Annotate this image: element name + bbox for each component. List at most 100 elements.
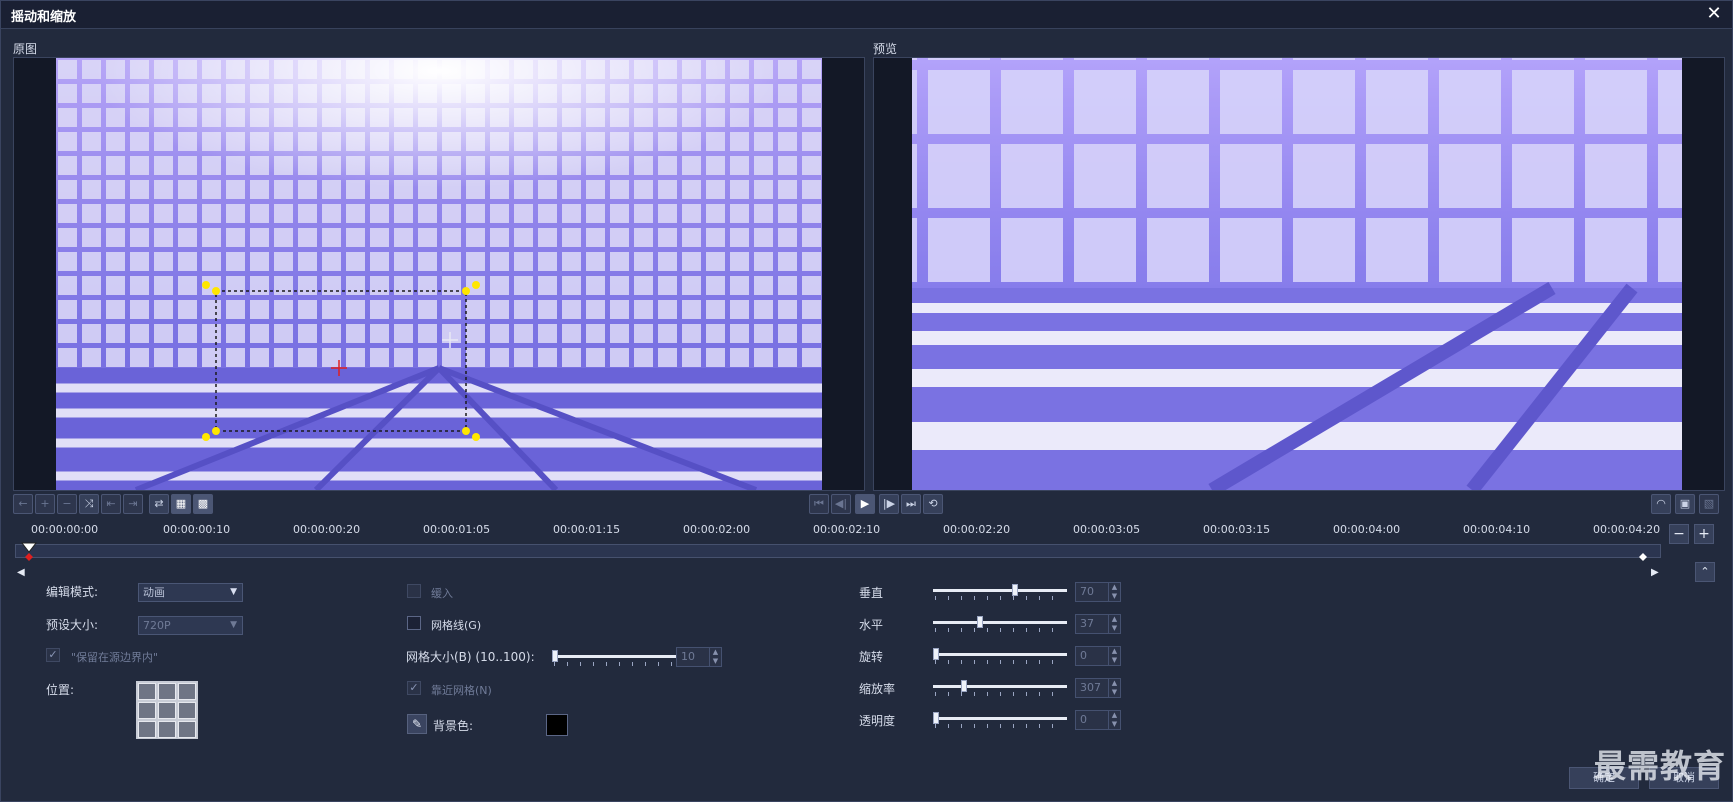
grid-toggle-button[interactable]: ▦ bbox=[171, 494, 191, 514]
timeline-track[interactable] bbox=[15, 542, 1661, 561]
playhead-marker[interactable] bbox=[20, 542, 38, 553]
swap-button[interactable]: ⇄ bbox=[149, 494, 169, 514]
slider-rail bbox=[933, 589, 1067, 592]
bg-color-swatch[interactable] bbox=[546, 714, 568, 736]
timeline-ruler: 00:00:00:00 00:00:00:10 00:00:00:20 00:0… bbox=[15, 523, 1665, 543]
slider-knob[interactable] bbox=[961, 680, 967, 692]
grid-size-slider[interactable] bbox=[552, 649, 686, 666]
slider-ticks bbox=[935, 692, 1065, 696]
spinner-arrows-icon[interactable]: ▲ ▼ bbox=[1108, 679, 1120, 697]
remove-keyframe-button[interactable]: − bbox=[57, 494, 77, 514]
edit-mode-label: 编辑模式: bbox=[46, 585, 99, 599]
position-cell[interactable] bbox=[158, 702, 176, 719]
play-button[interactable]: ▶ bbox=[855, 494, 875, 514]
tick-label: 00:00:02:10 bbox=[813, 523, 881, 536]
end-button[interactable]: ⏭ bbox=[901, 494, 921, 514]
position-cell[interactable] bbox=[158, 683, 176, 700]
slider-ticks bbox=[935, 660, 1065, 664]
ease-in-checkbox[interactable] bbox=[407, 584, 421, 598]
scroll-left-icon[interactable]: ◀ bbox=[17, 567, 25, 578]
monitor-icon[interactable]: ▣ bbox=[1675, 494, 1695, 514]
rotation-spinner[interactable]: 0 ▲ ▼ bbox=[1075, 646, 1121, 666]
slider-knob[interactable] bbox=[933, 648, 939, 660]
slider-rail bbox=[933, 621, 1067, 624]
view-toolbar: ◠ ▣ ▧ bbox=[1651, 494, 1727, 518]
slider-rail bbox=[933, 685, 1067, 688]
first-keyframe-button[interactable]: ⇤ bbox=[101, 494, 121, 514]
original-viewer[interactable] bbox=[13, 57, 865, 491]
opacity-value: 0 bbox=[1080, 713, 1087, 726]
last-keyframe-button[interactable]: ⇥ bbox=[123, 494, 143, 514]
add-keyframe-button[interactable]: + bbox=[35, 494, 55, 514]
tick-label: 00:00:04:10 bbox=[1463, 523, 1531, 536]
zoom-rate-slider[interactable] bbox=[933, 679, 1067, 696]
spinner-arrows-icon[interactable]: ▲ ▼ bbox=[1108, 615, 1120, 633]
spinner-arrows-icon[interactable]: ▲ ▼ bbox=[1108, 583, 1120, 601]
position-cell[interactable] bbox=[178, 683, 196, 700]
speedometer-icon[interactable]: ◠ bbox=[1651, 494, 1671, 514]
start-keyframe-icon[interactable] bbox=[25, 553, 33, 561]
edit-toolbar: ← + − ⤨ ⇤ ⇥ ⇄ ▦ ▩ bbox=[13, 494, 223, 518]
vertical-spinner[interactable]: 70 ▲ ▼ bbox=[1075, 582, 1121, 602]
position-grid[interactable] bbox=[136, 681, 198, 739]
horizontal-slider[interactable] bbox=[933, 615, 1067, 632]
slider-knob[interactable] bbox=[1012, 584, 1018, 596]
snap-grid-checkbox[interactable]: ✓ bbox=[407, 681, 421, 695]
collapse-icon[interactable]: ⌃ bbox=[1695, 562, 1715, 582]
keep-in-bounds-checkbox[interactable]: ✓ bbox=[46, 648, 60, 662]
repeat-button[interactable]: ⟲ bbox=[923, 494, 943, 514]
slider-knob[interactable] bbox=[933, 712, 939, 724]
scroll-right-icon[interactable]: ▶ bbox=[1651, 567, 1659, 578]
horizontal-label: 水平 bbox=[859, 618, 884, 632]
prev-frame-button[interactable]: ◀| bbox=[831, 494, 851, 514]
tick-label: 00:00:01:05 bbox=[423, 523, 491, 536]
position-cell[interactable] bbox=[138, 721, 156, 738]
position-cell[interactable] bbox=[158, 721, 176, 738]
watermark: 最需教育 bbox=[1593, 747, 1726, 785]
opacity-spinner[interactable]: 0 ▲ ▼ bbox=[1075, 710, 1121, 730]
next-frame-button[interactable]: |▶ bbox=[879, 494, 899, 514]
edit-mode-value: 动画 bbox=[143, 586, 165, 599]
position-cell[interactable] bbox=[138, 702, 156, 719]
reverse-keyframe-button[interactable]: ⤨ bbox=[79, 494, 99, 514]
slider-knob[interactable] bbox=[552, 650, 558, 662]
preset-size-select[interactable]: 720P ▼ bbox=[138, 616, 243, 635]
preview-window-icon[interactable]: ▧ bbox=[1699, 494, 1719, 514]
spinner-arrows-icon[interactable]: ▲ ▼ bbox=[1108, 647, 1120, 665]
vertical-slider[interactable] bbox=[933, 583, 1067, 600]
move-left-button[interactable]: ← bbox=[13, 494, 33, 514]
position-cell[interactable] bbox=[138, 683, 156, 700]
gridlines-checkbox[interactable] bbox=[407, 616, 421, 630]
tick-label: 00:00:04:20 bbox=[1593, 523, 1661, 536]
original-image bbox=[56, 58, 822, 490]
slider-ticks bbox=[935, 628, 1065, 632]
opacity-slider[interactable] bbox=[933, 711, 1067, 728]
close-icon[interactable]: ✕ bbox=[1704, 4, 1724, 24]
chevron-down-icon: ▼ bbox=[230, 587, 237, 597]
tick-label: 00:00:00:10 bbox=[163, 523, 231, 536]
grid-size-spinner[interactable]: 10 ▲ ▼ bbox=[676, 647, 722, 667]
home-button[interactable]: ⏮ bbox=[809, 494, 829, 514]
slider-rail bbox=[933, 653, 1067, 656]
position-cell[interactable] bbox=[178, 721, 196, 738]
mask-toggle-button[interactable]: ▩ bbox=[193, 494, 213, 514]
rotation-slider[interactable] bbox=[933, 647, 1067, 664]
zoom-rate-spinner[interactable]: 307 ▲ ▼ bbox=[1075, 678, 1121, 698]
eyedropper-icon[interactable]: ✎ bbox=[407, 714, 427, 734]
slider-ticks bbox=[935, 724, 1065, 728]
spinner-arrows-icon[interactable]: ▲ ▼ bbox=[709, 648, 721, 666]
grid-size-value: 10 bbox=[681, 650, 695, 663]
edit-mode-select[interactable]: 动画 ▼ bbox=[138, 583, 243, 602]
zoom-out-button[interactable]: − bbox=[1669, 524, 1689, 544]
rotation-label: 旋转 bbox=[859, 650, 884, 664]
slider-rail bbox=[933, 717, 1067, 720]
tick-label: 00:00:02:00 bbox=[683, 523, 751, 536]
horizontal-spinner[interactable]: 37 ▲ ▼ bbox=[1075, 614, 1121, 634]
end-keyframe-icon[interactable] bbox=[1639, 553, 1647, 561]
tick-label: 00:00:03:05 bbox=[1073, 523, 1141, 536]
position-cell[interactable] bbox=[178, 702, 196, 719]
zoom-in-button[interactable]: + bbox=[1694, 524, 1714, 544]
opacity-label: 透明度 bbox=[859, 714, 896, 728]
spinner-arrows-icon[interactable]: ▲ ▼ bbox=[1108, 711, 1120, 729]
slider-knob[interactable] bbox=[977, 616, 983, 628]
